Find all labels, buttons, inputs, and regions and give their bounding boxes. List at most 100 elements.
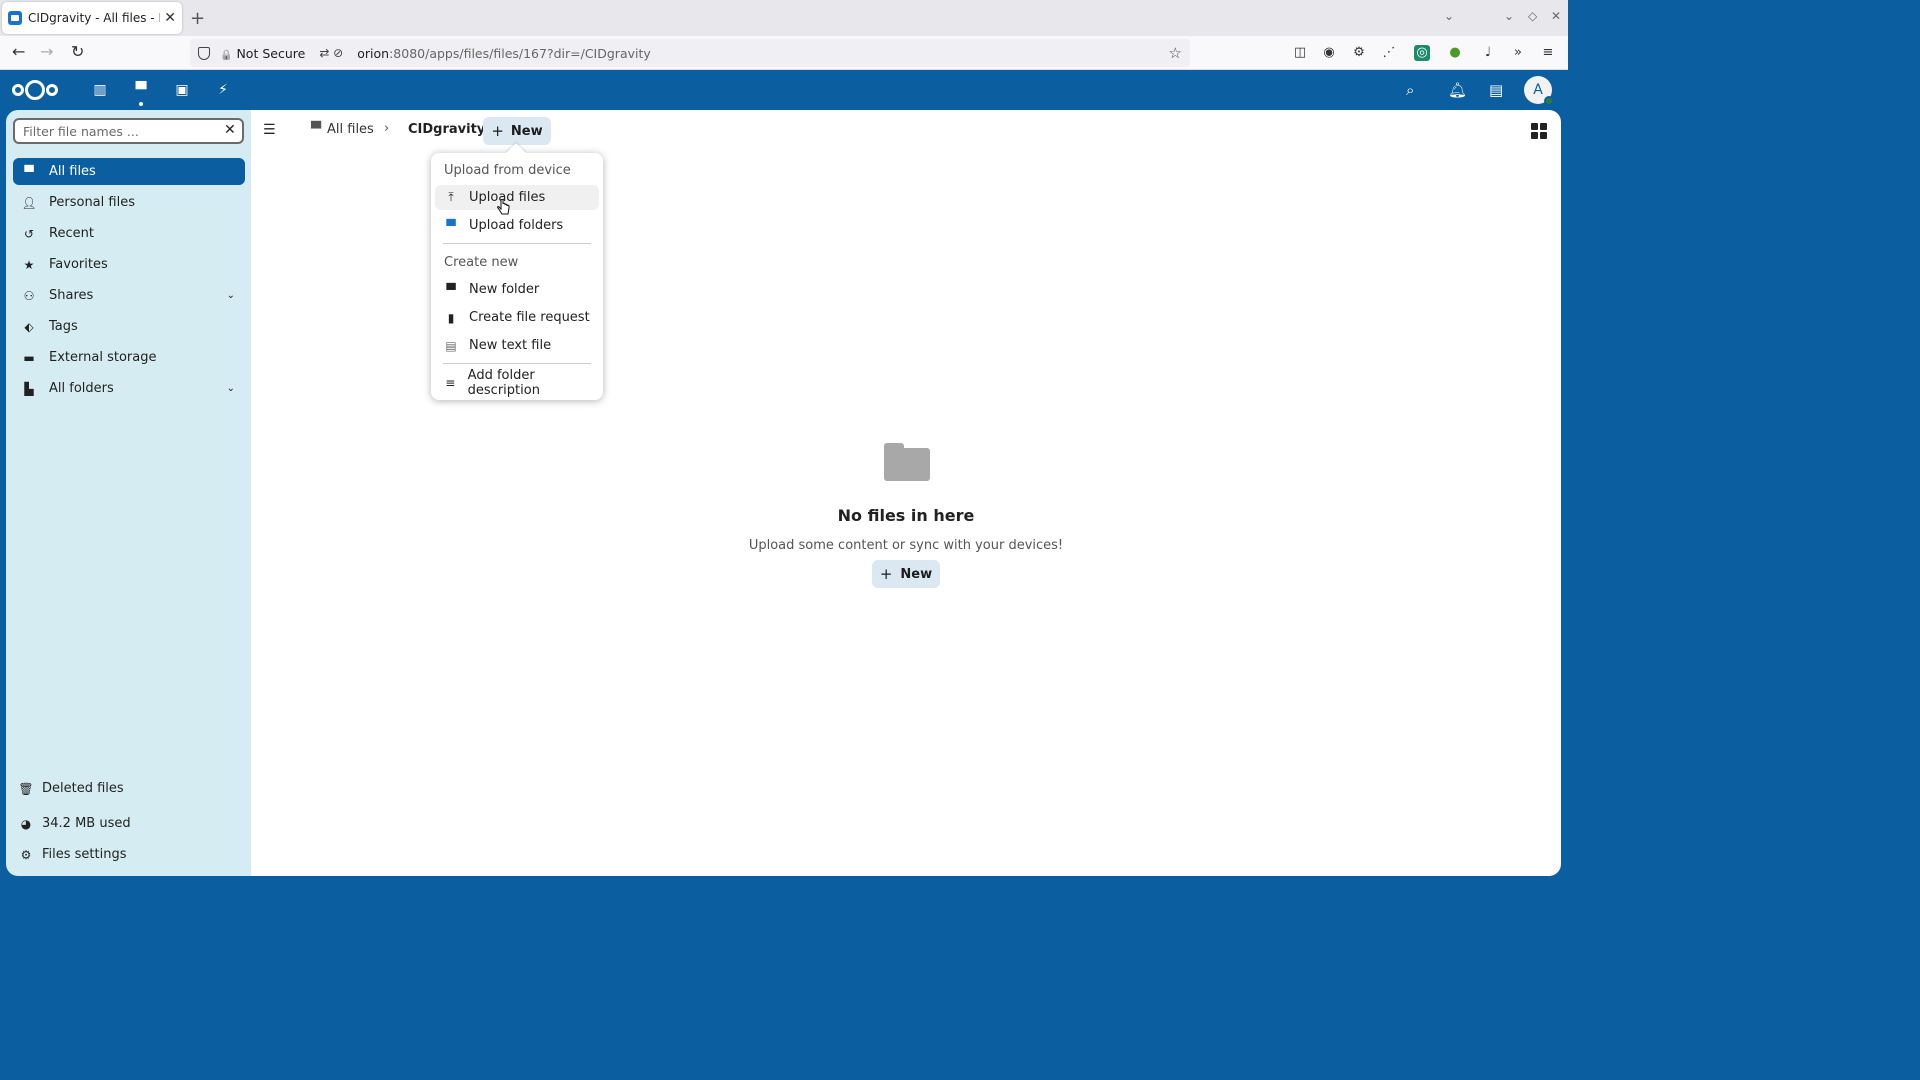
folder-plus-icon: ▀ (446, 282, 456, 297)
pocket-icon[interactable]: ◫ (1292, 45, 1308, 61)
overflow-icon[interactable]: » (1510, 45, 1526, 61)
sidebar-item-label: Personal files (49, 195, 135, 210)
folders-icon: ▙ (24, 381, 34, 396)
new-folder-label: New folder (469, 282, 540, 297)
photos-icon[interactable]: ▣ (174, 82, 190, 98)
url-path: :8080/apps/files/files/167?dir=/CIDgravi… (389, 45, 651, 61)
permissions-icon[interactable]: ⇄ ⊘ (319, 46, 343, 60)
folder-icon: ▀ (24, 164, 34, 179)
sidebar-item-all-folders[interactable]: ▙ All folders ⌄ (13, 375, 245, 402)
sidebar-item-label: All files (49, 164, 96, 179)
plus-icon: + (491, 122, 504, 140)
deleted-files-link[interactable]: 🗑︎ Deleted files (18, 781, 124, 796)
breadcrumb-current[interactable]: CIDgravity (408, 122, 485, 137)
new-folder-item[interactable]: ▀ New folder (435, 277, 599, 302)
toggle-navigation-icon[interactable]: ☰ (263, 122, 276, 138)
files-sidebar: ✕ ▀ All files 👤︎ Personal files ↺ Recent… (6, 110, 251, 876)
new-text-file-label: New text file (469, 338, 552, 353)
nextcloud-header: ▥ ▀ ▣ ⚡ ⌕ 🔔︎ ▤ A (0, 70, 1568, 110)
tag-icon: ⬖ (24, 319, 34, 334)
sidebar-item-all-files[interactable]: ▀ All files (13, 158, 245, 185)
clear-filter-icon[interactable]: ✕ (224, 122, 236, 138)
extensions-icon[interactable]: ⚙ (1351, 45, 1367, 61)
avatar[interactable]: A (1524, 76, 1554, 106)
deleted-files-label: Deleted files (42, 781, 124, 796)
search-icon[interactable]: ⌕ (1406, 81, 1414, 99)
file-request-item[interactable]: ▮ Create file request (435, 305, 599, 330)
menu-icon[interactable]: ≡ (1540, 45, 1556, 61)
sidebar-item-personal-files[interactable]: 👤︎ Personal files (13, 189, 245, 216)
sidebar-item-external-storage[interactable]: ▬ External storage (13, 344, 245, 371)
person-icon: 👤︎ (21, 195, 37, 210)
text-file-icon: ▤ (445, 338, 457, 353)
chevron-right-icon: › (384, 121, 390, 136)
files-settings-link[interactable]: ⚙ Files settings (18, 847, 127, 862)
quota-label: 34.2 MB used (42, 816, 131, 831)
sidebar-item-favorites[interactable]: ★ Favorites (13, 251, 245, 278)
chevron-down-icon[interactable]: ⌄ (227, 383, 235, 394)
sidebar-item-label: Shares (49, 288, 94, 303)
extension-leaf-icon[interactable]: ● (1447, 45, 1463, 61)
dashboard-icon[interactable]: ▥ (92, 82, 108, 98)
grid-view-icon[interactable] (1531, 123, 1547, 139)
contacts-icon[interactable]: ▤ (1489, 81, 1503, 99)
empty-title: No files in here (837, 506, 975, 525)
folder-icon: ▀ (311, 122, 321, 137)
history-icon: ↺ (23, 226, 35, 241)
nextcloud-favicon-icon (8, 11, 22, 25)
url-bar[interactable]: Not Secure ⇄ ⊘ orion:8080/apps/files/fil… (190, 39, 1190, 67)
nextcloud-logo-icon[interactable] (12, 80, 62, 100)
account-icon[interactable]: ◉ (1321, 45, 1337, 61)
breadcrumb-root[interactable]: ▀ All files (311, 122, 374, 137)
tracking-shield-icon[interactable] (198, 46, 210, 60)
sidebar-item-label: Tags (49, 319, 78, 334)
minimize-icon[interactable]: ⌄ (1504, 9, 1514, 23)
new-tab-icon[interactable]: + (190, 8, 205, 29)
url-host: orion (357, 45, 390, 61)
sidebar-item-tags[interactable]: ⬖ Tags (13, 313, 245, 340)
browser-tab[interactable]: CIDgravity - All files - Nextc ✕ (2, 2, 182, 34)
text-lines-icon: ≡ (445, 375, 456, 390)
sidebar-item-label: External storage (49, 350, 157, 365)
close-tab-icon[interactable]: ✕ (164, 10, 176, 26)
forward-icon[interactable]: → (40, 42, 53, 61)
close-window-icon[interactable]: ✕ (1551, 9, 1561, 23)
sidebar-item-shares[interactable]: ⚇ Shares ⌄ (13, 282, 245, 309)
upload-folders-label: Upload folders (469, 218, 564, 233)
pie-chart-icon: ◕ (20, 816, 32, 831)
hand-cursor-icon (497, 199, 510, 215)
upload-folders-item[interactable]: ▀ Upload folders (435, 213, 599, 238)
tab-title: CIDgravity - All files - Nextc (28, 11, 160, 25)
maximize-icon[interactable]: ◇ (1528, 9, 1537, 23)
chevron-down-icon[interactable]: ⌄ (227, 290, 235, 301)
new-text-file-item[interactable]: ▤ New text file (435, 333, 599, 358)
filter-input[interactable] (13, 118, 244, 144)
bookmark-star-icon[interactable]: ☆ (1169, 44, 1182, 62)
folder-upload-icon: ▀ (446, 218, 456, 233)
upload-files-item[interactable]: ⤒ Upload files (435, 185, 599, 210)
sidebar-item-recent[interactable]: ↺ Recent (13, 220, 245, 247)
reload-icon[interactable]: ↻ (71, 42, 84, 61)
quota-indicator[interactable]: ◕ 34.2 MB used (18, 816, 131, 831)
empty-new-button[interactable]: + New (872, 560, 940, 588)
online-status-icon (1544, 96, 1554, 106)
extension-green-icon[interactable]: ◎ (1414, 45, 1430, 61)
sidebar-item-label: All folders (49, 381, 114, 396)
not-secure-label[interactable]: Not Secure (220, 46, 305, 61)
new-button-label: New (510, 123, 543, 139)
plus-icon: + (879, 565, 893, 583)
gear-icon: ⚙ (20, 847, 32, 862)
folder-description-item[interactable]: ≡ Add folder description (435, 368, 599, 398)
share-extension-icon[interactable]: ⋰ (1381, 45, 1397, 61)
music-icon[interactable]: ♩ (1480, 45, 1496, 61)
trash-icon: 🗑︎ (18, 781, 34, 796)
notifications-icon[interactable]: 🔔︎ (1448, 81, 1467, 99)
tab-list-icon[interactable]: ⌄ (1444, 9, 1454, 23)
empty-description: Upload some content or sync with your de… (748, 538, 1064, 553)
files-app-icon[interactable]: ▀ (133, 82, 149, 106)
menu-divider (443, 363, 591, 364)
breadcrumb-root-label: All files (327, 122, 374, 137)
activity-icon[interactable]: ⚡ (215, 82, 231, 98)
new-button[interactable]: + New (483, 117, 551, 145)
back-icon[interactable]: ← (12, 42, 25, 61)
